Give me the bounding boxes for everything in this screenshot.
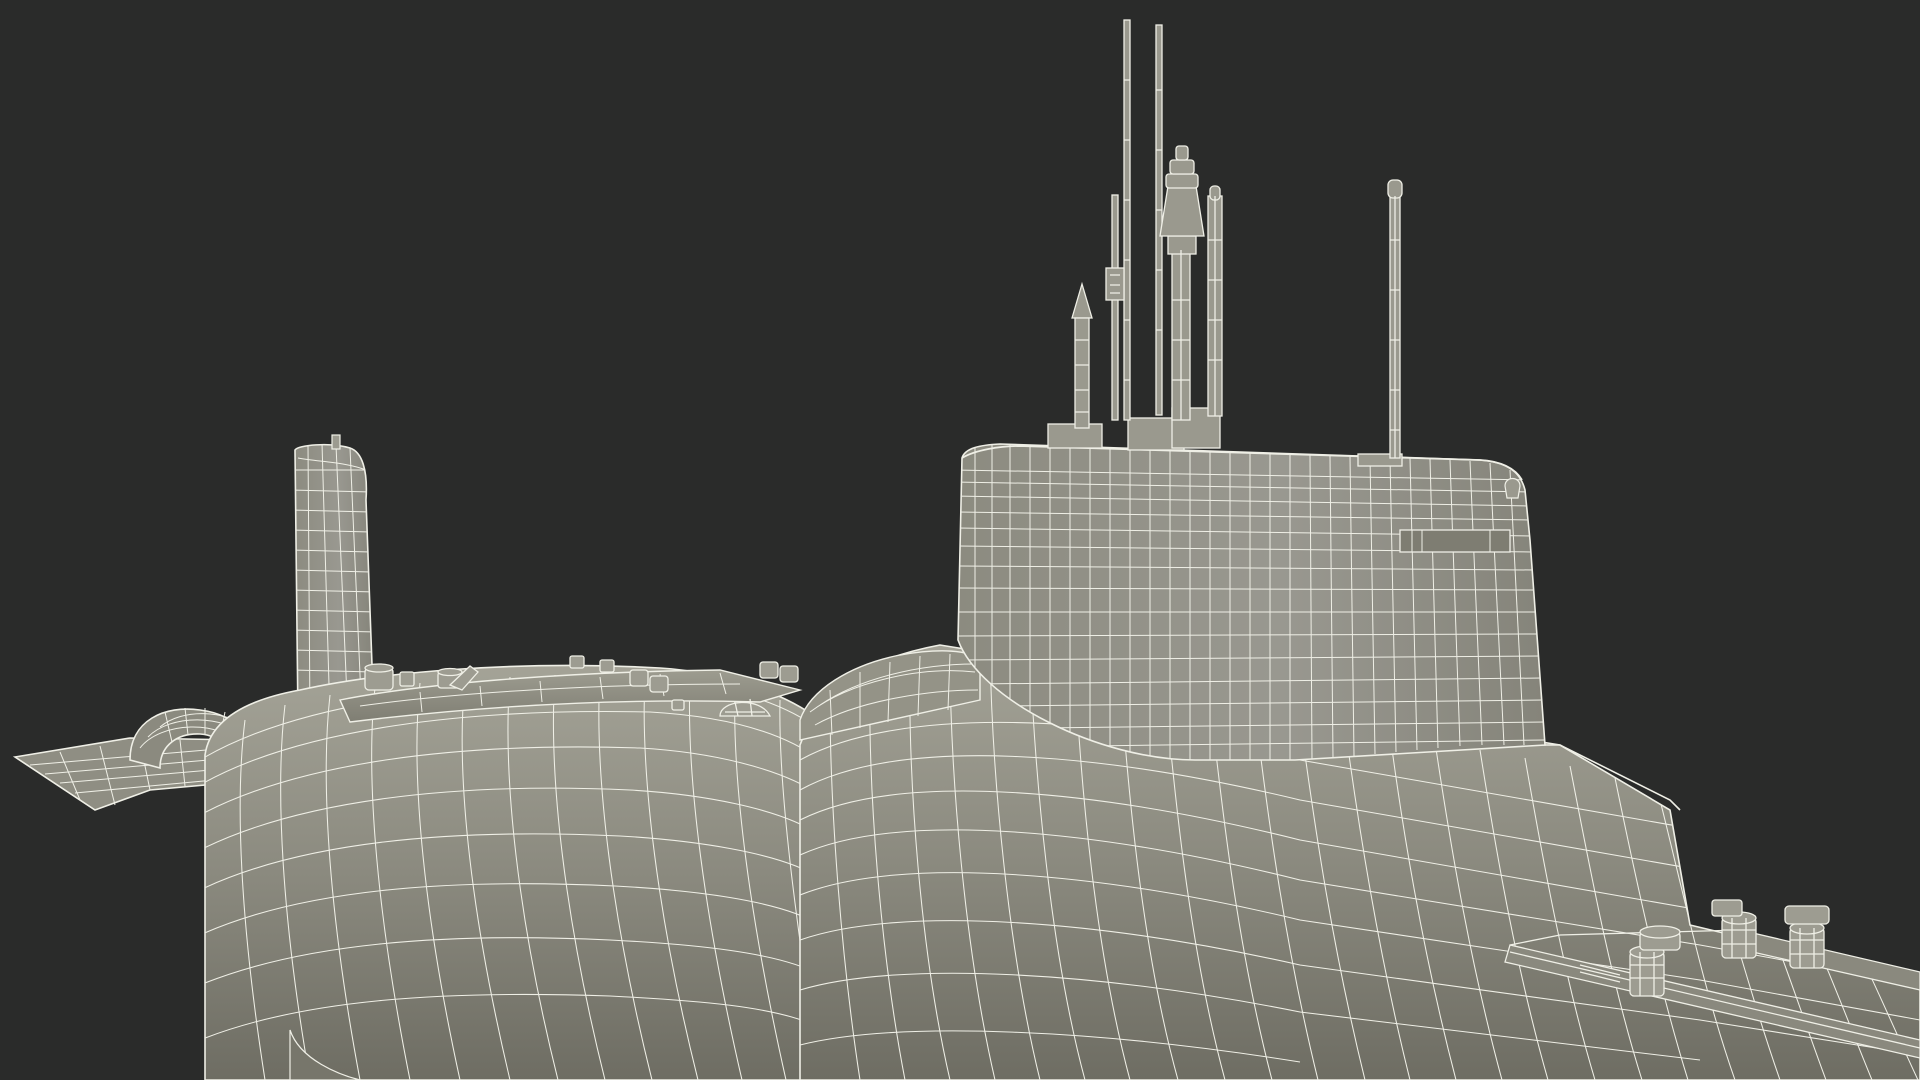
stern-hull (204, 664, 821, 1080)
rudder-fin (294, 434, 375, 721)
conning-tower (957, 443, 1546, 761)
render-viewport (0, 0, 1920, 1080)
